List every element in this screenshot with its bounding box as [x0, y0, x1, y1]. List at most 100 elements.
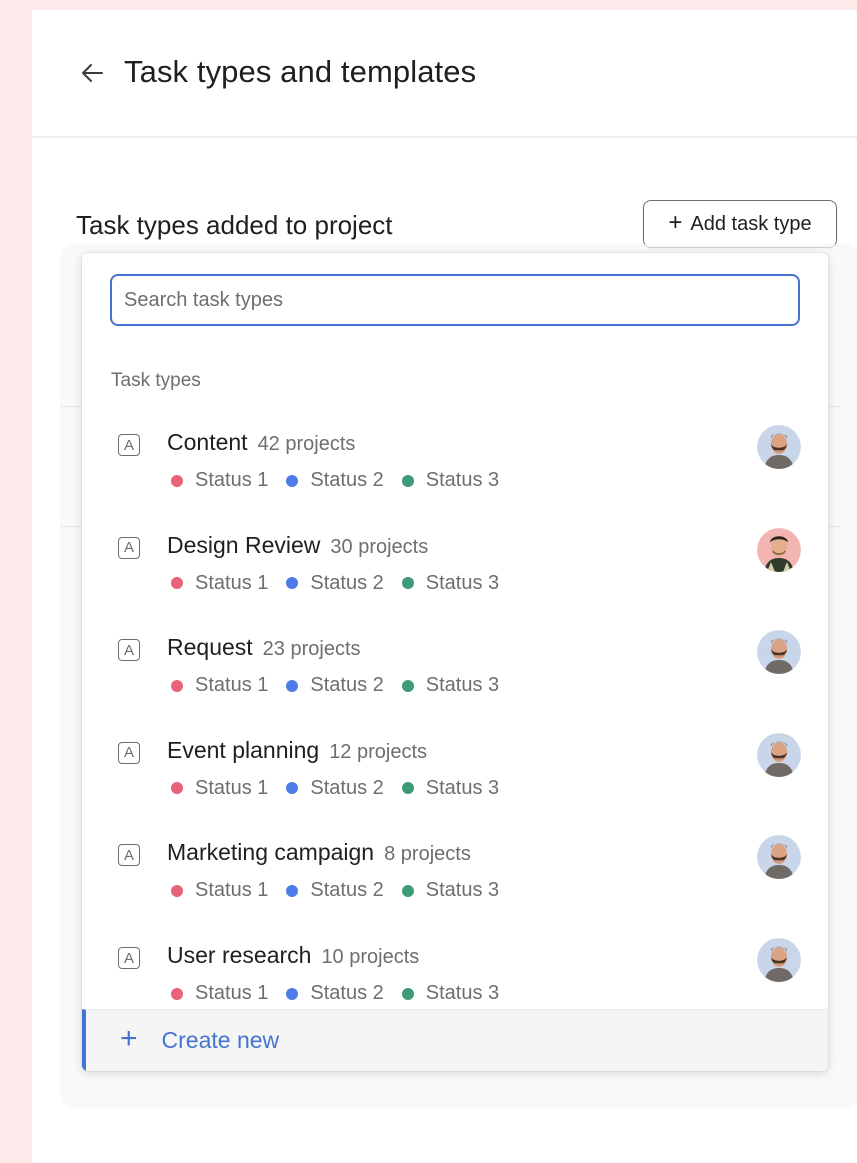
back-arrow-icon[interactable]: [78, 59, 106, 87]
status-dot-icon: [171, 474, 183, 487]
status-tag: Status 3: [401, 776, 500, 800]
list-item[interactable]: A Event planning 12 projects Status 1 Status…: [82, 732, 828, 833]
status-dot-icon: [171, 987, 183, 1000]
status-dot-icon: [286, 679, 299, 692]
project-count: 8 projects: [384, 843, 471, 866]
status-label: Status 2: [310, 776, 384, 799]
status-dot-icon: [401, 884, 414, 897]
task-type-title: Event planning 12 projects: [167, 737, 427, 764]
status-label: Status 1: [195, 571, 269, 594]
task-type-title: User research 10 projects: [167, 942, 419, 969]
status-dot-icon: [401, 782, 414, 795]
add-task-type-button[interactable]: + Add task type: [643, 200, 837, 248]
section-title: Task types added to project: [76, 210, 393, 240]
status-tag: Status 3: [401, 674, 500, 697]
status-dot-icon: [286, 474, 299, 487]
create-new-button[interactable]: + Create new: [82, 1009, 828, 1071]
status-tag: Status 2: [286, 674, 384, 697]
status-dot-icon: [286, 782, 299, 795]
status-label: Status 1: [195, 879, 269, 902]
status-dot-icon: [171, 782, 183, 795]
status-tag: Status 2: [286, 776, 384, 800]
status-label: Status 3: [425, 982, 500, 1004]
task-type-title: Content 42 projects: [167, 429, 355, 456]
avatar[interactable]: [757, 732, 801, 777]
status-tag: Status 1: [171, 572, 268, 595]
plus-icon: +: [668, 209, 683, 236]
page-title: Task types and templates: [124, 54, 477, 89]
status-dot-icon: [286, 987, 299, 1000]
status-tag: Status 1: [171, 777, 268, 800]
status-list: Status 1 Status 2 Status 3: [171, 469, 517, 492]
task-type-name: Event planning: [167, 736, 320, 763]
task-type-icon: A: [118, 741, 140, 764]
task-type-icon: A: [118, 844, 140, 867]
status-label: Status 3: [425, 571, 500, 594]
list-item[interactable]: A Marketing campaign 8 projects Status 1 Sta…: [82, 835, 828, 935]
avatar[interactable]: [757, 835, 801, 880]
status-dot-icon: [171, 884, 183, 897]
task-type-title: Request 23 projects: [167, 634, 361, 661]
status-list: Status 1 Status 2 Status 3: [171, 777, 517, 800]
task-type-title: Design Review 30 projects: [167, 532, 428, 559]
status-label: Status 2: [310, 674, 384, 697]
status-dot-icon: [401, 474, 414, 487]
add-task-type-label: Add task type: [690, 212, 812, 235]
status-label: Status 3: [425, 879, 500, 902]
project-count: 42 projects: [257, 433, 356, 455]
status-tag: Status 1: [171, 469, 268, 492]
status-list: Status 1 Status 2 Status 3: [171, 674, 517, 697]
status-label: Status 2: [310, 982, 384, 1004]
status-label: Status 1: [195, 674, 269, 697]
settings-panel: Task types and templates Task types adde…: [32, 10, 857, 1163]
status-label: Status 3: [425, 469, 500, 491]
status-label: Status 1: [195, 982, 269, 1004]
status-tag: Status 3: [401, 982, 500, 1005]
task-type-name: Content: [167, 429, 248, 455]
status-dot-icon: [286, 577, 299, 590]
task-type-dropdown: Task types A Content 42 projects Status 1 St…: [82, 253, 828, 1071]
status-dot-icon: [286, 884, 299, 897]
status-label: Status 3: [425, 674, 500, 697]
task-type-icon: A: [118, 536, 140, 559]
task-type-title: Marketing campaign 8 projects: [167, 839, 471, 866]
status-label: Status 2: [310, 879, 384, 902]
status-list: Status 1 Status 2 Status 3: [171, 879, 517, 902]
list-item[interactable]: A Content 42 projects Status 1 Status 2 Statu…: [82, 425, 828, 525]
status-tag: Status 3: [401, 571, 500, 595]
status-tag: Status 3: [401, 469, 500, 492]
task-type-name: Design Review: [167, 531, 321, 558]
task-type-name: Marketing campaign: [167, 839, 375, 866]
status-label: Status 2: [310, 469, 384, 491]
project-count: 10 projects: [321, 946, 420, 968]
status-list: Status 1 Status 2 Status 3: [171, 572, 517, 595]
task-type-name: Request: [167, 634, 253, 661]
task-type-icon: A: [118, 434, 140, 456]
list-item[interactable]: A Request 23 projects Status 1 Status 2 Statu…: [82, 630, 828, 730]
search-input[interactable]: [110, 274, 800, 326]
task-type-icon: A: [118, 639, 140, 662]
task-type-name: User research: [167, 942, 312, 968]
status-dot-icon: [401, 679, 414, 692]
status-dot-icon: [401, 577, 414, 590]
avatar[interactable]: [757, 527, 801, 572]
status-label: Status 3: [425, 776, 500, 799]
list-item[interactable]: A Design Review 30 projects Status 1 Status …: [82, 527, 828, 628]
task-type-icon: A: [118, 947, 140, 969]
status-label: Status 1: [195, 469, 269, 491]
status-label: Status 1: [195, 776, 269, 799]
page-header: Task types and templates: [32, 10, 857, 138]
plus-icon: +: [120, 1022, 138, 1055]
project-count: 30 projects: [330, 535, 429, 558]
list-heading: Task types: [111, 370, 201, 391]
status-tag: Status 1: [171, 879, 268, 902]
avatar[interactable]: [757, 425, 801, 469]
create-new-label: Create new: [161, 1027, 280, 1053]
avatar[interactable]: [757, 938, 801, 982]
status-tag: Status 1: [171, 674, 268, 697]
avatar[interactable]: [757, 630, 801, 675]
status-list: Status 1 Status 2 Status 3: [171, 982, 517, 1005]
status-tag: Status 3: [401, 879, 500, 902]
project-count: 23 projects: [262, 638, 361, 661]
status-dot-icon: [401, 987, 414, 1000]
